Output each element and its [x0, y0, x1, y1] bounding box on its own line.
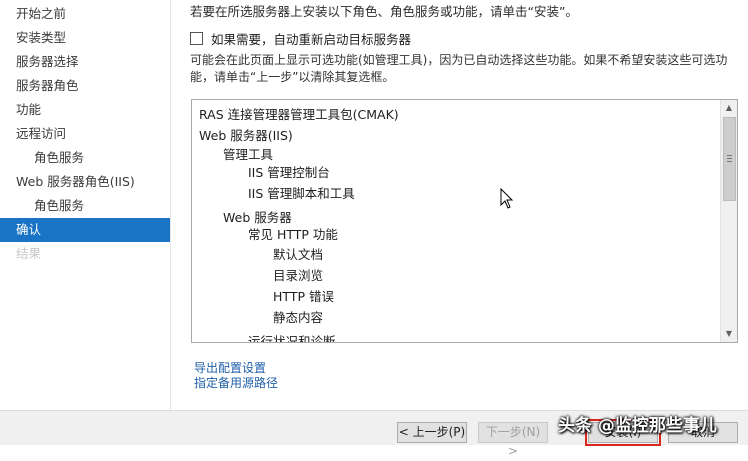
wizard-footer: < 上一步(P) 下一步(N) > 安装(I) 取消 [0, 410, 748, 458]
nav-item-installation-type[interactable]: 安装类型 [0, 26, 170, 50]
restart-option[interactable]: 如果需要，自动重新启动目标服务器 [190, 29, 411, 48]
nav-item-web-server-role[interactable]: Web 服务器角色(IIS) [0, 170, 170, 194]
feature-default-document: 默认文档 [273, 247, 324, 262]
feature-web-server-iis: Web 服务器(IIS) [199, 128, 293, 143]
cancel-button[interactable]: 取消 [668, 422, 738, 443]
nav-item-server-selection[interactable]: 服务器选择 [0, 50, 170, 74]
intro-text: 若要在所选服务器上安装以下角色、角色服务或功能，请单击“安装”。 [190, 4, 578, 19]
note-line-2: 能，请单击“上一步”以清除其复选框。 [190, 70, 395, 84]
note-line-1: 可能会在此页面上显示可选功能(如管理工具)，因为已自动选择这些功能。如果不希望安… [190, 53, 728, 67]
next-button: 下一步(N) > [478, 422, 548, 458]
feature-list-viewport: RAS 连接管理器管理工具包(CMAK) Web 服务器(IIS) 管理工具 I… [192, 100, 721, 342]
selected-features-list[interactable]: RAS 连接管理器管理工具包(CMAK) Web 服务器(IIS) 管理工具 I… [191, 99, 738, 343]
feature-iis-scripts: IIS 管理脚本和工具 [248, 186, 355, 201]
grip-line [727, 155, 732, 156]
optional-features-note: 可能会在此页面上显示可选功能(如管理工具)，因为已自动选择这些功能。如果不希望安… [190, 52, 735, 86]
nav-item-remote-access[interactable]: 远程访问 [0, 122, 170, 146]
feature-cmak: RAS 连接管理器管理工具包(CMAK) [199, 107, 399, 122]
nav-item-results: 结果 [16, 246, 42, 261]
grip-line [727, 158, 732, 159]
install-button[interactable]: 安装(I) [585, 419, 661, 446]
scroll-down-icon[interactable]: ▼ [721, 326, 737, 342]
feature-iis-console: IIS 管理控制台 [248, 165, 330, 180]
restart-checkbox[interactable] [190, 31, 203, 45]
wizard-sidebar: 开始之前 安装类型 服务器选择 服务器角色 功能 远程访问 角色服务 Web 服… [0, 0, 171, 410]
nav-item-features[interactable]: 功能 [0, 98, 170, 122]
restart-label[interactable]: 如果需要，自动重新启动目标服务器 [211, 29, 411, 48]
alternate-source-link[interactable]: 指定备用源路径 [194, 374, 278, 391]
nav-item-remote-access-role-services[interactable]: 角色服务 [0, 146, 170, 170]
nav-item-server-roles[interactable]: 服务器角色 [0, 74, 170, 98]
feature-http-errors: HTTP 错误 [273, 289, 334, 304]
nav-item-confirmation[interactable]: 确认 [0, 218, 170, 242]
feature-management-tools: 管理工具 [223, 147, 274, 162]
feature-directory-browsing: 目录浏览 [273, 268, 324, 283]
scroll-thumb[interactable] [723, 117, 736, 201]
feature-list-scrollbar[interactable]: ▲ ▼ [720, 100, 737, 342]
nav-item-web-role-services[interactable]: 角色服务 [0, 194, 170, 218]
feature-static-content: 静态内容 [273, 310, 324, 325]
nav-item-before-you-begin[interactable]: 开始之前 [0, 2, 170, 26]
mouse-cursor-icon [500, 188, 514, 209]
grip-line [727, 161, 732, 162]
feature-health-diagnostics: 运行状况和诊断 [248, 334, 336, 342]
previous-button[interactable]: < 上一步(P) [397, 422, 467, 443]
scroll-up-icon[interactable]: ▲ [721, 100, 737, 116]
feature-common-http: 常见 HTTP 功能 [248, 227, 338, 242]
